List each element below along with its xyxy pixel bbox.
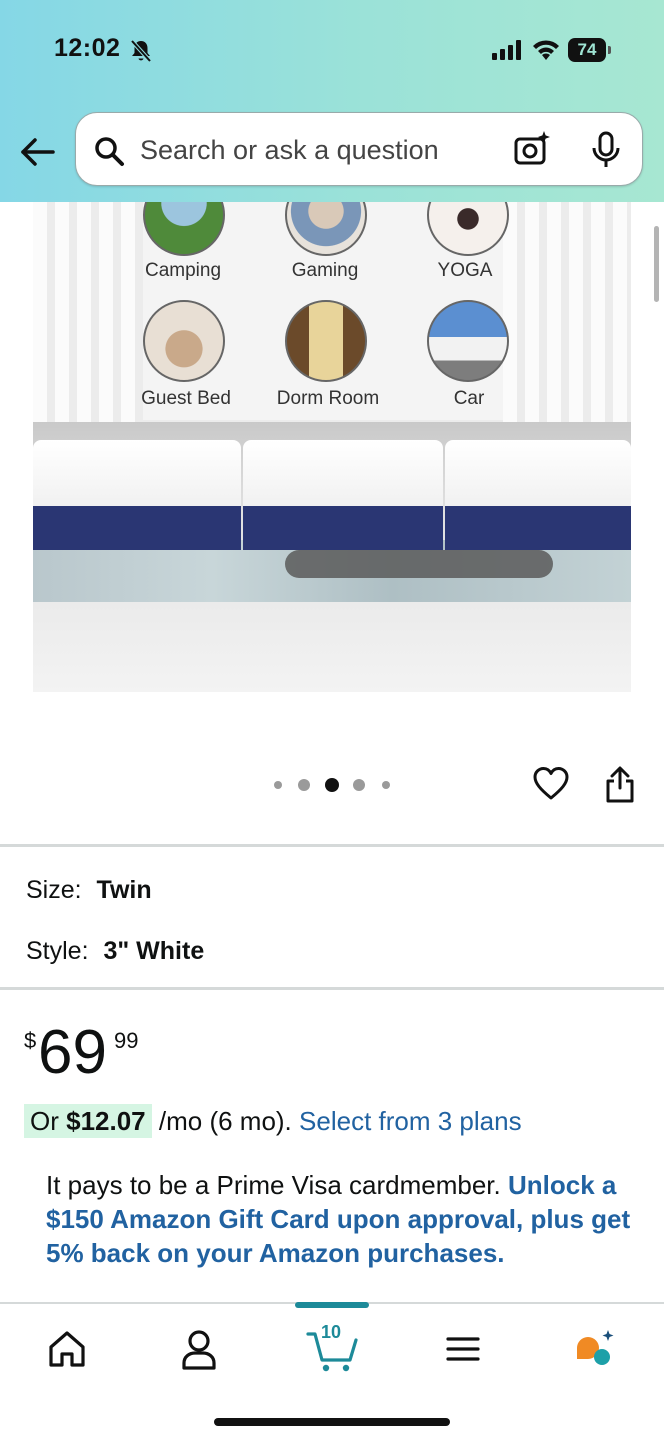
size-value: Twin xyxy=(96,876,152,904)
search-icon xyxy=(95,137,124,166)
section-divider xyxy=(0,844,664,847)
installment-highlight: Or $12.07 xyxy=(24,1104,152,1138)
prime-visa-promo: It pays to be a Prime Visa cardmember. U… xyxy=(46,1168,636,1270)
microphone-icon[interactable] xyxy=(591,131,621,169)
usage-label: Camping xyxy=(144,260,222,281)
account-icon[interactable] xyxy=(174,1324,224,1374)
status-time: 12:02 xyxy=(54,34,121,62)
carousel-dot[interactable] xyxy=(382,781,390,789)
wifi-icon xyxy=(533,40,559,60)
app-header: 12:02 74 Search or ask a question xyxy=(0,0,664,202)
size-option[interactable]: Size: Twin xyxy=(26,876,152,905)
home-icon[interactable] xyxy=(42,1324,92,1374)
promo-text: It pays to be a Prime Visa cardmember. xyxy=(46,1170,501,1200)
carousel-dot[interactable] xyxy=(353,779,365,791)
installment-term: /mo (6 mo). xyxy=(158,1106,292,1136)
style-option[interactable]: Style: 3" White xyxy=(26,937,204,966)
bell-muted-icon xyxy=(130,39,152,63)
carousel-dot[interactable] xyxy=(298,779,310,791)
bottom-navigation: 10 xyxy=(0,1302,664,1440)
installment-offer: Or $12.07 /mo (6 mo). Select from 3 plan… xyxy=(24,1104,522,1138)
carousel-dot-active[interactable] xyxy=(325,778,339,792)
mattress-panel-left xyxy=(33,440,241,550)
price-currency: $ xyxy=(24,1028,37,1053)
product-image[interactable]: Camping Gaming YOGA Guest Bed Dorm Room … xyxy=(33,200,631,692)
rufus-assistant-icon[interactable] xyxy=(570,1324,620,1374)
battery-level: 74 xyxy=(568,38,606,62)
mattress-panel-middle xyxy=(243,440,443,550)
heart-icon[interactable] xyxy=(533,766,569,802)
style-label: Style: xyxy=(26,937,89,965)
cart-active-indicator xyxy=(295,1302,369,1308)
carousel-indicator[interactable] xyxy=(272,777,392,793)
usage-label: Car xyxy=(453,388,485,409)
style-value: 3" White xyxy=(103,937,205,965)
cellular-signal-icon xyxy=(492,40,521,60)
guest-bed-image xyxy=(143,300,225,382)
installment-amount: $12.07 xyxy=(66,1106,146,1136)
carousel-dot[interactable] xyxy=(274,781,282,789)
size-label: Size: xyxy=(26,876,82,904)
rug-pattern xyxy=(285,550,553,578)
price-fraction: 99 xyxy=(114,1028,139,1053)
usage-label: Dorm Room xyxy=(276,388,380,409)
battery-cap xyxy=(608,46,611,54)
select-plans-link[interactable]: Select from 3 plans xyxy=(299,1106,522,1136)
search-input[interactable]: Search or ask a question xyxy=(75,112,643,186)
home-indicator xyxy=(214,1418,450,1426)
share-icon[interactable] xyxy=(604,766,636,804)
search-placeholder: Search or ask a question xyxy=(140,135,439,165)
dorm-room-image xyxy=(285,300,367,382)
usage-label: YOGA xyxy=(437,260,493,281)
car-image xyxy=(427,300,509,382)
back-arrow-icon[interactable] xyxy=(18,132,58,172)
menu-icon[interactable] xyxy=(438,1324,488,1374)
price-whole: 69 xyxy=(38,1018,107,1087)
usage-label: Guest Bed xyxy=(141,388,231,409)
mattress-panel-right xyxy=(445,440,631,550)
battery-indicator: 74 xyxy=(568,38,612,62)
section-divider xyxy=(0,987,664,990)
installment-prefix: Or xyxy=(30,1106,67,1136)
camera-search-icon[interactable] xyxy=(513,130,551,168)
cart-count: 10 xyxy=(321,1322,342,1342)
scrollbar[interactable] xyxy=(654,226,659,302)
usage-label: Gaming xyxy=(291,260,359,281)
